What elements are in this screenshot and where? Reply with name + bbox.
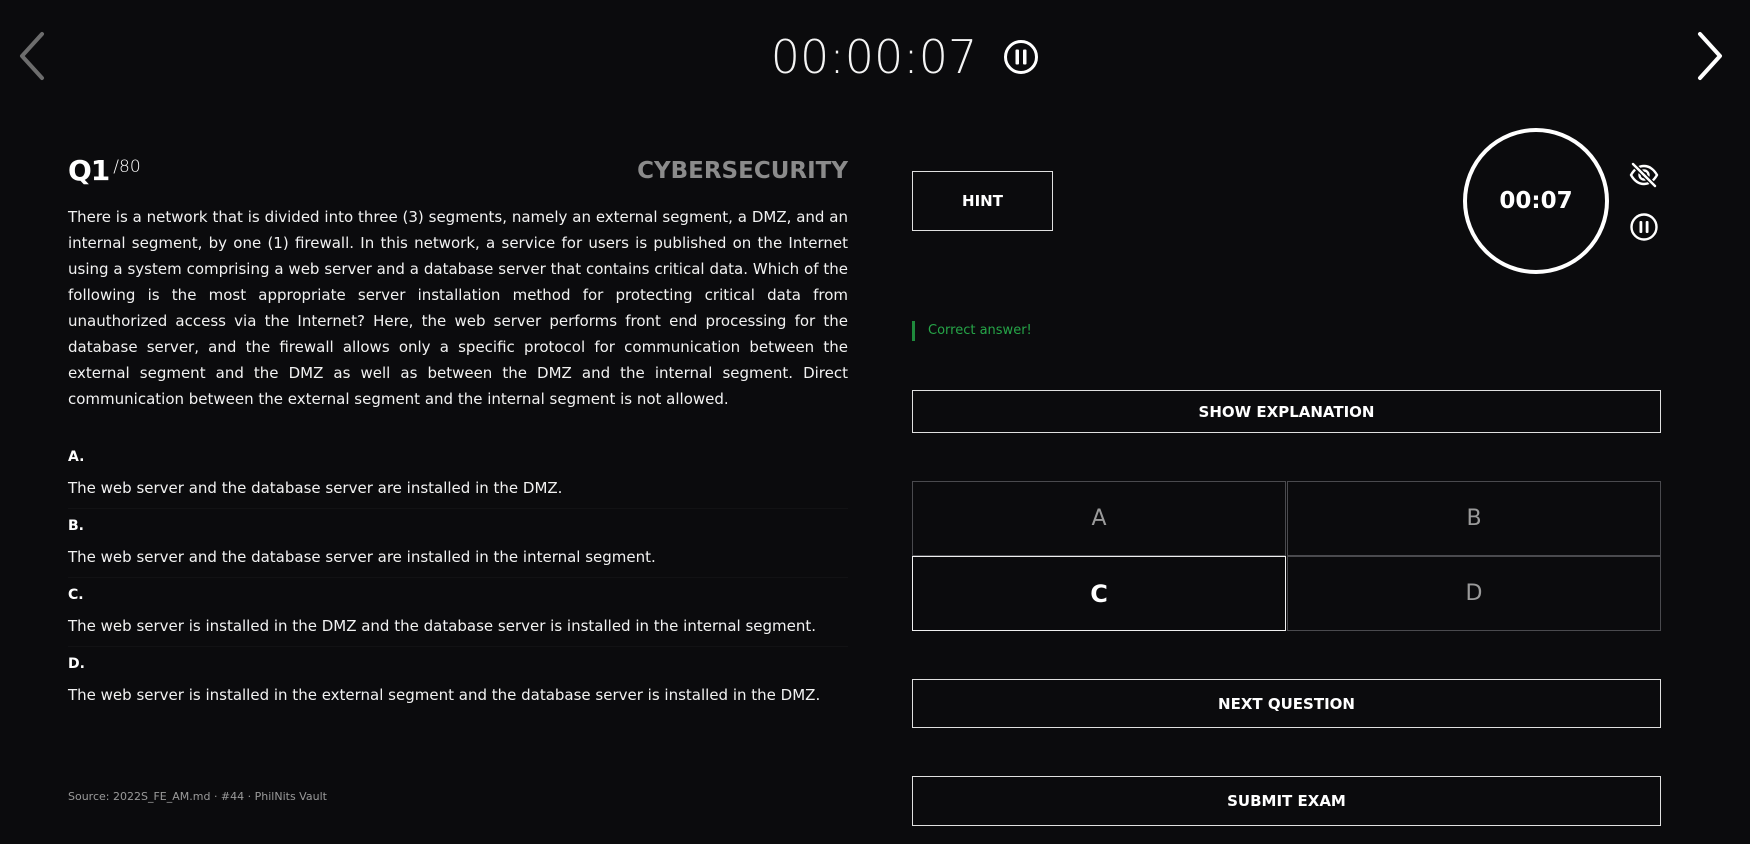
question-header: Q1 /80 CYBERSECURITY	[68, 150, 848, 186]
pause-icon[interactable]	[1003, 39, 1039, 75]
question-category: CYBERSECURITY	[637, 158, 848, 184]
option-text: The web server is installed in the DMZ a…	[68, 617, 817, 635]
question-timer-text: 00:07	[1499, 188, 1573, 214]
question-number: Q1 /80	[68, 156, 141, 186]
question-text: There is a network that is divided into …	[68, 208, 848, 408]
pause-icon[interactable]	[1628, 211, 1660, 243]
option-letter: A.	[68, 449, 85, 465]
option-text: The web server is installed in the exter…	[68, 686, 821, 704]
answer-button-d[interactable]: D	[1287, 556, 1661, 631]
option-letter: C.	[68, 587, 84, 603]
answer-button-b[interactable]: B	[1287, 481, 1661, 556]
option-letter: B.	[68, 518, 84, 534]
submit-exam-button[interactable]: SUBMIT EXAM	[912, 776, 1661, 826]
answer-grid: A B C D	[912, 481, 1661, 631]
option-d: D. The web server is installed in the ex…	[68, 647, 848, 715]
exam-timer-text: 00:00:07	[770, 30, 978, 84]
option-letter: D.	[68, 656, 85, 672]
question-timer-ring: 00:07	[1463, 128, 1609, 274]
hint-button[interactable]: HINT	[912, 171, 1053, 231]
question-index: Q1	[68, 154, 110, 187]
option-text: The web server and the database server a…	[68, 548, 656, 566]
exam-timer: 00:00:07	[0, 22, 1750, 92]
option-text: The web server and the database server a…	[68, 479, 563, 497]
answer-feedback: Correct answer!	[912, 321, 1032, 341]
answer-button-c[interactable]: C	[912, 556, 1286, 631]
eye-off-icon[interactable]	[1628, 159, 1660, 191]
question-total: /80	[113, 157, 141, 177]
show-explanation-button[interactable]: SHOW EXPLANATION	[912, 390, 1661, 433]
option-b: B. The web server and the database serve…	[68, 509, 848, 578]
question-panel: Q1 /80 CYBERSECURITY There is a network …	[68, 150, 848, 715]
options-list: A. The web server and the database serve…	[68, 440, 848, 715]
next-question-button[interactable]: NEXT QUESTION	[912, 679, 1661, 728]
option-a: A. The web server and the database serve…	[68, 440, 848, 509]
question-source: Source: 2022S_FE_AM.md · #44 · PhilNits …	[68, 790, 327, 803]
option-c: C. The web server is installed in the DM…	[68, 578, 848, 647]
answer-button-a[interactable]: A	[912, 481, 1286, 556]
